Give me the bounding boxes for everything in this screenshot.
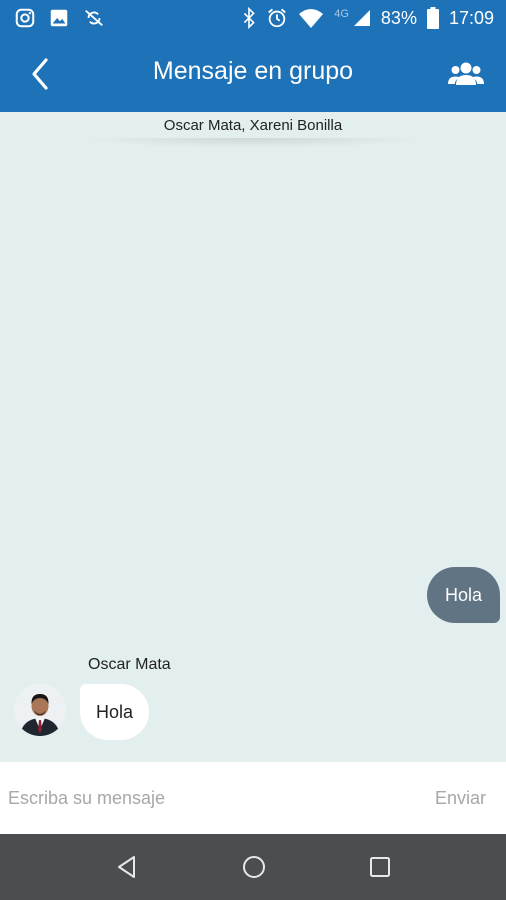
signal-icon [353, 10, 370, 26]
recents-square-icon [370, 857, 390, 877]
page-title: Mensaje en grupo [152, 57, 354, 85]
back-button[interactable] [26, 56, 58, 92]
bluetooth-icon [244, 7, 255, 29]
message-composer: Enviar [0, 762, 506, 834]
battery-percent: 83% [380, 7, 417, 28]
nav-home-button[interactable] [241, 854, 267, 880]
sender-name: Oscar Mata [88, 656, 171, 673]
participants-divider [80, 138, 426, 148]
outgoing-message: Hola [426, 567, 500, 623]
image-icon [50, 9, 68, 27]
app-bar: Mensaje en grupo [0, 36, 506, 112]
battery-icon [426, 7, 439, 29]
status-bar: 4G 83% 17:09 [0, 0, 506, 36]
group-participants: Oscar Mata, Xareni Bonilla [163, 117, 343, 134]
sync-off-icon [85, 9, 103, 27]
chevron-left-icon [32, 58, 48, 90]
clock: 17:09 [448, 7, 494, 28]
nav-recents-button[interactable] [367, 854, 393, 880]
home-circle-icon [243, 856, 265, 878]
send-button[interactable]: Enviar [435, 762, 486, 834]
incoming-message: Hola [80, 684, 150, 740]
network-type: 4G [334, 8, 349, 20]
system-nav-bar [0, 834, 506, 900]
group-members-button[interactable] [448, 58, 484, 88]
group-icon [448, 62, 484, 85]
avatar-photo [14, 684, 66, 736]
back-triangle-icon [118, 856, 135, 878]
avatar[interactable] [14, 684, 66, 736]
wifi-icon [299, 9, 324, 28]
nav-back-button[interactable] [114, 854, 140, 880]
message-input[interactable] [0, 762, 400, 834]
instagram-icon [15, 8, 35, 28]
alarm-icon [268, 8, 287, 28]
